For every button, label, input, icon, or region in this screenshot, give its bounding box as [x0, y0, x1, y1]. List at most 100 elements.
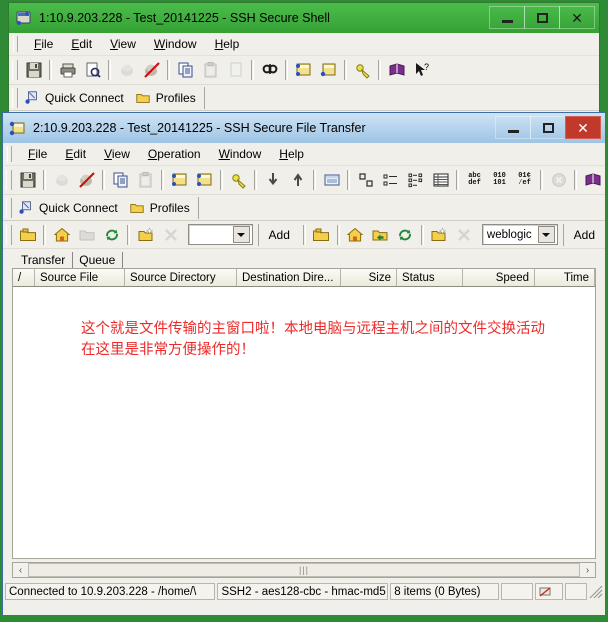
- local-add-button[interactable]: Add: [257, 223, 300, 246]
- binary-transfer-icon[interactable]: 010 101: [487, 168, 512, 192]
- key-icon[interactable]: [350, 58, 375, 82]
- new-folder-icon[interactable]: [133, 223, 158, 247]
- hscroll-left-button[interactable]: ‹: [13, 563, 28, 577]
- column-header-speed[interactable]: Speed: [463, 269, 535, 286]
- menu-edit[interactable]: Edit: [62, 36, 101, 52]
- up-one-level-icon[interactable]: [15, 223, 40, 247]
- settings-icon[interactable]: [291, 58, 316, 82]
- print-icon[interactable]: [55, 58, 80, 82]
- profiles-button[interactable]: Profiles: [132, 87, 204, 109]
- quick-connect-button-label: Quick Connect: [45, 90, 124, 105]
- tab-transfer[interactable]: Transfer: [15, 252, 74, 268]
- toolbar-separator: [220, 170, 223, 190]
- refresh-icon[interactable]: [393, 223, 418, 247]
- menu-view[interactable]: View: [95, 146, 139, 162]
- delete-icon: [452, 223, 477, 247]
- plug-icon: [18, 200, 34, 216]
- cipher-status: SSH2 - aes128-cbc - hmac-md5 - n(: [217, 583, 389, 600]
- profiles-button[interactable]: Profiles: [126, 197, 198, 219]
- transfer-list-body[interactable]: 这个就是文件传输的主窗口啦！本地电脑与远程主机之间的文件交换活动在这里是非常方便…: [12, 287, 596, 559]
- transfer-location-bar: Add weblogic Add: [3, 221, 605, 249]
- find-icon[interactable]: [257, 58, 282, 82]
- remote-add-button[interactable]: Add: [562, 223, 605, 246]
- quick-connect-button[interactable]: Quick Connect: [21, 87, 132, 109]
- column-header-source-file[interactable]: Source File: [35, 269, 125, 286]
- quick-connect-button[interactable]: Quick Connect: [15, 197, 126, 219]
- auto-transfer-icon[interactable]: 01¢ ⁄ef: [512, 168, 537, 192]
- copy-icon[interactable]: [173, 58, 198, 82]
- locationbar-grip: [6, 224, 12, 245]
- home-icon[interactable]: [49, 223, 74, 247]
- settings-icon[interactable]: [167, 168, 192, 192]
- column-header-time[interactable]: Time: [535, 269, 595, 286]
- transfer-indicator: [535, 583, 564, 600]
- home-icon[interactable]: [343, 223, 368, 247]
- toolbar-separator: [43, 224, 46, 245]
- show-transfer-view-icon[interactable]: [319, 168, 344, 192]
- local-path-combo[interactable]: [188, 224, 253, 245]
- download-icon[interactable]: [260, 168, 285, 192]
- up-one-level-icon[interactable]: [309, 223, 334, 247]
- upload-icon[interactable]: [285, 168, 310, 192]
- parent-folder-icon[interactable]: [368, 223, 393, 247]
- details-view-icon[interactable]: [428, 168, 453, 192]
- small-icons-icon[interactable]: [378, 168, 403, 192]
- save-icon[interactable]: [21, 58, 46, 82]
- menu-edit[interactable]: Edit: [56, 146, 95, 162]
- terminal-icon[interactable]: [192, 168, 217, 192]
- column-header-source-directory[interactable]: Source Directory: [125, 269, 237, 286]
- chevron-down-icon[interactable]: [232, 226, 250, 243]
- ascii-transfer-icon[interactable]: abc def: [462, 168, 487, 192]
- transfer-titlebar[interactable]: 2:10.9.203.228 - Test_20141225 - SSH Sec…: [3, 113, 605, 143]
- menu-window[interactable]: Window: [145, 36, 206, 52]
- shell-titlebar[interactable]: 1:10.9.203.228 - Test_20141225 - SSH Sec…: [9, 3, 599, 33]
- shell-maximize-button[interactable]: [524, 6, 560, 29]
- hscroll-right-button[interactable]: ›: [580, 563, 595, 577]
- menu-file[interactable]: File: [19, 146, 56, 162]
- print-preview-icon[interactable]: [80, 58, 105, 82]
- menu-operation[interactable]: Operation: [139, 146, 210, 162]
- disconnect-icon[interactable]: [139, 58, 164, 82]
- large-icons-icon[interactable]: [353, 168, 378, 192]
- column-header-status[interactable]: Status: [397, 269, 463, 286]
- resize-grip[interactable]: [589, 585, 603, 599]
- menu-help[interactable]: Help: [206, 36, 249, 52]
- tab-queue[interactable]: Queue: [73, 252, 124, 268]
- transfer-hscrollbar[interactable]: ‹ ||| ›: [12, 562, 596, 578]
- shell-toolbar-grip: [12, 60, 18, 80]
- menu-help[interactable]: Help: [270, 146, 313, 162]
- new-folder-icon[interactable]: [427, 223, 452, 247]
- ssh-file-transfer-window: 2:10.9.203.228 - Test_20141225 - SSH Sec…: [2, 112, 606, 616]
- help-book-icon[interactable]: [580, 168, 605, 192]
- shell-close-button[interactable]: ✕: [559, 6, 595, 29]
- shell-quickbar: Quick Connect Profiles: [9, 85, 599, 111]
- transfer-close-button[interactable]: ✕: [565, 116, 601, 139]
- disconnect-icon[interactable]: [74, 168, 99, 192]
- help-book-icon[interactable]: [384, 58, 409, 82]
- transfer-quickbar-grip: [6, 197, 12, 218]
- remote-path-combo[interactable]: weblogic: [481, 224, 558, 245]
- desktop-background: 1:10.9.203.228 - Test_20141225 - SSH Sec…: [0, 0, 608, 622]
- column-header-destination-dire[interactable]: Destination Dire...: [237, 269, 341, 286]
- hscroll-thumb[interactable]: |||: [28, 563, 580, 577]
- toolbar-separator: [344, 60, 347, 80]
- refresh-icon[interactable]: [99, 223, 124, 247]
- chevron-down-icon[interactable]: [537, 226, 555, 243]
- transfer-maximize-button[interactable]: [530, 116, 566, 139]
- menu-view[interactable]: View: [101, 36, 145, 52]
- copy-icon[interactable]: [108, 168, 133, 192]
- file-transfer-icon[interactable]: [316, 58, 341, 82]
- save-icon[interactable]: [15, 168, 40, 192]
- menu-file[interactable]: File: [25, 36, 62, 52]
- remote-path-combo-value: weblogic: [486, 228, 532, 241]
- key-icon[interactable]: [226, 168, 251, 192]
- transfer-minimize-button[interactable]: [495, 116, 531, 139]
- menu-window[interactable]: Window: [210, 146, 271, 162]
- context-help-icon[interactable]: ?: [409, 58, 434, 82]
- list-view-icon[interactable]: [403, 168, 428, 192]
- column-header-[interactable]: /: [13, 269, 35, 286]
- shell-minimize-button[interactable]: [489, 6, 525, 29]
- hscroll-track[interactable]: |||: [28, 563, 580, 577]
- shell-quickbar-group: Quick Connect Profiles: [21, 86, 205, 109]
- column-header-size[interactable]: Size: [341, 269, 397, 286]
